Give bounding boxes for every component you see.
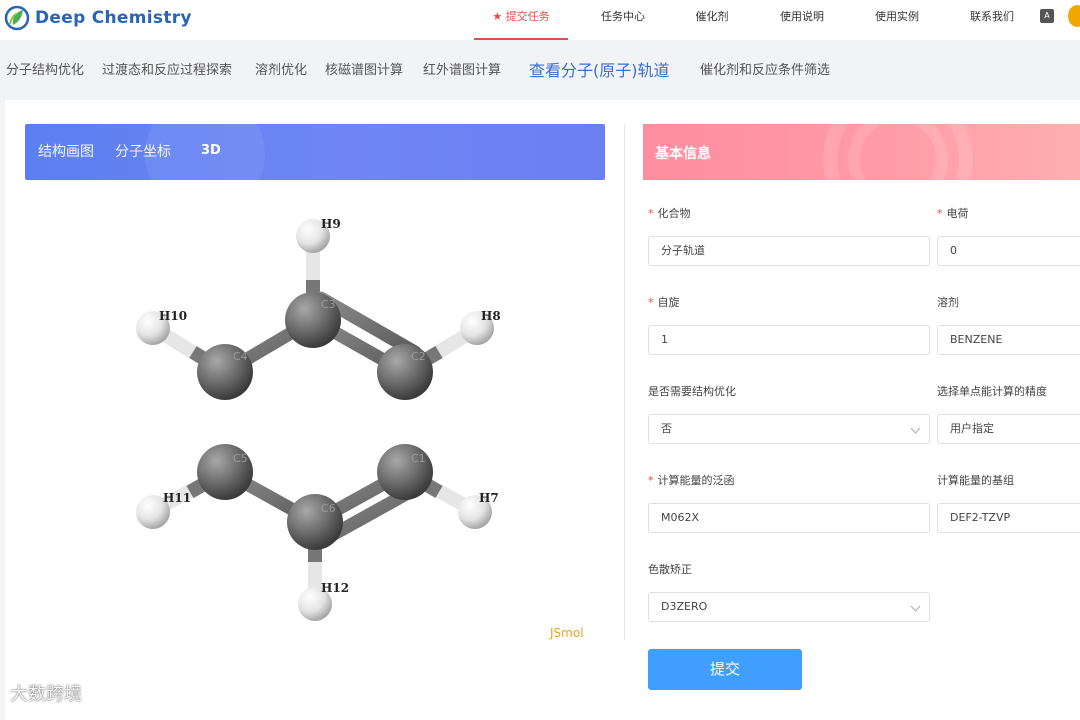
carbon-atoms <box>197 292 433 550</box>
optimize-label: 是否需要结构优化 <box>648 385 736 398</box>
dispersion-value: D3ZERO <box>661 600 708 613</box>
atom-label-h10: H10 <box>159 309 187 323</box>
structure-panel-header: 结构画图 分子坐标 3D <box>25 124 605 180</box>
charge-input[interactable]: 0 <box>937 236 1080 266</box>
functional-input[interactable]: M062X <box>648 503 930 533</box>
nav-instructions[interactable]: 使用说明 <box>776 0 828 40</box>
brand-logo[interactable]: Deep Chemistry <box>4 4 192 32</box>
avatar[interactable] <box>1068 5 1080 27</box>
dispersion-select[interactable]: D3ZERO <box>648 592 930 622</box>
panel-divider <box>624 124 625 640</box>
nav-task-center[interactable]: 任务中心 <box>596 0 650 40</box>
nav-label: 提交任务 <box>505 10 550 23</box>
solvent-label: 溶剂 <box>937 296 959 309</box>
nav-catalyst[interactable]: 催化剂 <box>692 0 732 40</box>
subnav-transition-state[interactable]: 过渡态和反应过程探索 <box>102 56 232 86</box>
watermark: 大数跨境 <box>10 684 82 705</box>
basic-info-title: 基本信息 <box>655 146 711 162</box>
atom-label-c6: C6 <box>321 502 336 515</box>
jsmol-label[interactable]: JSmol <box>550 626 584 640</box>
atom-label-h12: H12 <box>321 581 349 595</box>
subnav-structure-optimization[interactable]: 分子结构优化 <box>6 56 84 86</box>
subnav-molecular-orbital[interactable]: 查看分子(原子)轨道 <box>529 56 670 86</box>
tab-coordinates[interactable]: 分子坐标 <box>115 141 171 161</box>
atom-label-h9: H9 <box>321 217 341 231</box>
subnav-ir[interactable]: 红外谱图计算 <box>423 56 501 86</box>
solvent-input[interactable]: BENZENE <box>937 325 1080 355</box>
basic-info-header: 基本信息 <box>643 124 1080 180</box>
nav-submit-task[interactable]: ★ 提交任务 <box>474 0 568 40</box>
benzene-3d-model[interactable]: H9 H10 H8 H11 H7 H12 C3 C4 C2 C5 C1 C6 <box>25 180 605 640</box>
atom-label-c4: C4 <box>233 350 248 363</box>
translate-icon[interactable]: A <box>1040 9 1054 23</box>
submit-button[interactable]: 提交 <box>648 649 802 690</box>
tab-3d[interactable]: 3D <box>201 143 221 158</box>
spin-label: * 自旋 <box>648 296 680 309</box>
compound-label: * 化合物 <box>648 207 691 220</box>
basis-input[interactable]: DEF2-TZVP <box>937 503 1080 533</box>
functional-label: * 计算能量的泛函 <box>648 474 735 487</box>
basis-label: 计算能量的基组 <box>937 474 1014 487</box>
subnav-catalyst-screening[interactable]: 催化剂和反应条件筛选 <box>700 56 830 86</box>
leaf-logo-icon <box>4 5 30 31</box>
spin-input[interactable]: 1 <box>648 325 930 355</box>
chevron-down-icon <box>910 423 921 434</box>
optimize-select[interactable]: 否 <box>648 414 930 444</box>
top-navbar: Deep Chemistry ★ 提交任务 任务中心 催化剂 使用说明 使用实例… <box>0 0 1080 40</box>
star-icon: ★ <box>492 10 503 23</box>
precision-label: 选择单点能计算的精度 <box>937 385 1047 398</box>
nav-contact[interactable]: 联系我们 <box>966 0 1018 40</box>
precision-select[interactable]: 用户指定 <box>937 414 1080 444</box>
atom-label-c5: C5 <box>233 452 248 465</box>
tab-draw-structure[interactable]: 结构画图 <box>38 141 94 161</box>
subnav-nmr[interactable]: 核磁谱图计算 <box>325 56 403 86</box>
charge-label: * 电荷 <box>937 207 969 220</box>
brand-name: Deep Chemistry <box>35 8 192 28</box>
nav-examples[interactable]: 使用实例 <box>871 0 923 40</box>
optimize-value: 否 <box>661 422 672 435</box>
molecule-viewer[interactable]: H9 H10 H8 H11 H7 H12 C3 C4 C2 C5 C1 C6 <box>25 180 605 640</box>
compound-input[interactable]: 分子轨道 <box>648 236 930 266</box>
atom-label-h11: H11 <box>163 491 191 505</box>
atom-label-c2: C2 <box>411 350 426 363</box>
chevron-down-icon <box>910 601 921 612</box>
atom-label-h7: H7 <box>479 491 499 505</box>
subnav-solvent-optimization[interactable]: 溶剂优化 <box>255 56 307 86</box>
sub-navbar: 分子结构优化 过渡态和反应过程探索 溶剂优化 核磁谱图计算 红外谱图计算 查看分… <box>0 56 1080 86</box>
atom-label-h8: H8 <box>481 309 501 323</box>
dispersion-label: 色散矫正 <box>648 563 692 576</box>
atom-label-c3: C3 <box>321 298 336 311</box>
atom-label-c1: C1 <box>411 452 426 465</box>
